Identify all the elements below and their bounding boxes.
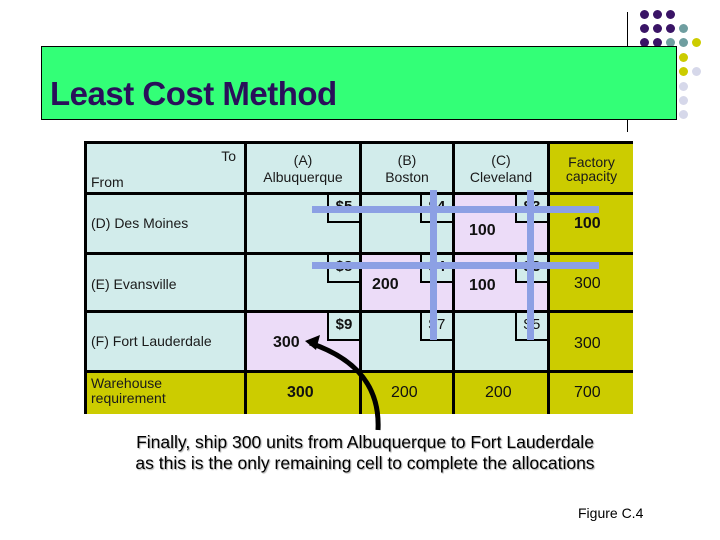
dot: [692, 38, 701, 47]
capacity-value: 300: [574, 275, 601, 292]
cell-f-b: $7: [362, 313, 455, 373]
explanation-caption: Finally, ship 300 units from Albuquerque…: [80, 432, 650, 474]
row-label: (F) Fort Lauderdale: [91, 333, 212, 349]
capacity-value: 300: [574, 335, 601, 352]
dot: [679, 53, 688, 62]
row-label: (D) Des Moines: [91, 215, 189, 231]
allocation-value: 100: [469, 277, 496, 294]
to-label: To: [221, 148, 236, 164]
cell-f-a: $9 300: [247, 313, 362, 373]
crossed-out-column-line-b: [430, 190, 437, 340]
dot: [653, 10, 662, 19]
requirement-cell-a: 300: [247, 373, 362, 414]
capacity-value: 100: [574, 215, 601, 232]
dot: [679, 24, 688, 33]
capacity-header-line2: capacity: [565, 168, 618, 184]
cell-d-b: $4: [362, 195, 455, 255]
divider-line: [627, 120, 628, 132]
total-value: 700: [574, 384, 601, 401]
row-header-evansville: (E) Evansville: [87, 255, 247, 313]
column-code: (A): [293, 152, 313, 168]
capacity-cell-d: 100: [550, 195, 633, 255]
requirement-cell-b: 200: [362, 373, 455, 414]
from-label: From: [91, 174, 124, 190]
requirement-label-cell: Warehouse requirement: [87, 373, 247, 414]
corner-header-cell: To From: [87, 144, 247, 195]
column-name: Albuquerque: [263, 169, 343, 185]
cell-f-c: $5: [455, 313, 550, 373]
caption-line-2: as this is the only remaining cell to co…: [135, 453, 595, 473]
allocation-value: 100: [469, 222, 496, 239]
requirement-label: Warehouse requirement: [91, 376, 166, 406]
dot: [679, 82, 688, 91]
dot: [692, 67, 701, 76]
requirement-label-line2: requirement: [91, 390, 166, 406]
dot: [679, 110, 688, 119]
dot: [679, 96, 688, 105]
allocation-value: 300: [273, 334, 300, 351]
dot: [640, 24, 649, 33]
row-header-des-moines: (D) Des Moines: [87, 195, 247, 255]
dot: [666, 10, 675, 19]
capacity-cell-f: 300: [550, 313, 633, 373]
divider-line: [627, 12, 628, 46]
crossed-out-column-line-c: [527, 190, 534, 340]
row-label: (E) Evansville: [91, 276, 177, 292]
requirement-cell-c: 200: [455, 373, 550, 414]
figure-label: Figure C.4: [578, 505, 644, 521]
requirement-value: 200: [391, 384, 418, 401]
total-cell: 700: [550, 373, 633, 414]
column-name: Cleveland: [469, 169, 533, 185]
allocation-value: 200: [372, 276, 399, 293]
title-banner: Least Cost Method: [41, 46, 677, 120]
requirement-label-line1: Warehouse: [91, 375, 163, 391]
row-header-fort-lauderdale: (F) Fort Lauderdale: [87, 313, 247, 373]
dot: [653, 24, 662, 33]
dot: [666, 24, 675, 33]
column-header-albuquerque: (A) Albuquerque: [247, 144, 362, 195]
cell-d-c: $3 100: [455, 195, 550, 255]
column-code: (C): [491, 152, 511, 168]
cell-d-a: $5: [247, 195, 362, 255]
cost-box: $8: [327, 255, 359, 283]
requirement-value: 300: [287, 384, 314, 401]
column-name: Boston: [385, 169, 429, 185]
dot: [679, 67, 688, 76]
requirement-value: 200: [485, 384, 512, 401]
dot: [679, 38, 688, 47]
column-header-boston: (B) Boston: [362, 144, 455, 195]
transportation-table: To From (A) Albuquerque (B) Boston (C) C…: [84, 141, 633, 414]
caption-line-1: Finally, ship 300 units from Albuquerque…: [136, 432, 594, 452]
column-code: (B): [397, 152, 417, 168]
column-header-cleveland: (C) Cleveland: [455, 144, 550, 195]
column-header-capacity: Factory capacity: [550, 144, 633, 195]
dot: [640, 10, 649, 19]
cost-box: $9: [327, 313, 359, 341]
crossed-out-row-line-e: [312, 262, 599, 269]
slide-title: Least Cost Method: [50, 75, 337, 112]
crossed-out-row-line-d: [312, 206, 599, 213]
